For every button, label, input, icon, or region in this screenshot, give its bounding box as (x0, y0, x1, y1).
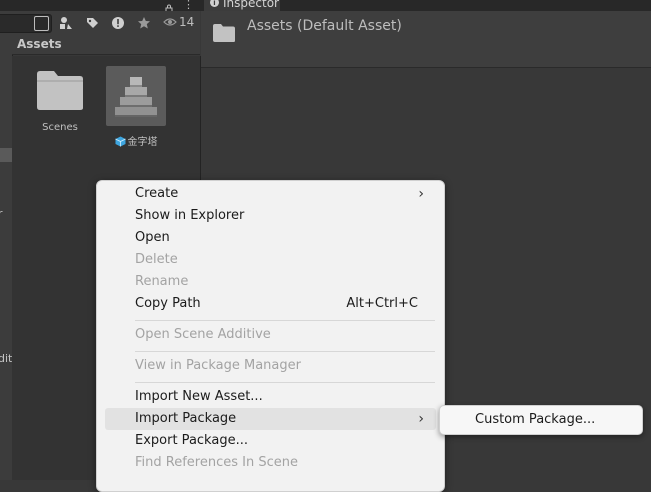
menu-item-rename: Rename (135, 274, 189, 289)
chevron-right-icon: › (418, 411, 424, 427)
error-toggle-icon[interactable] (108, 14, 128, 31)
chevron-right-icon: › (418, 186, 424, 202)
menu-item-custom-package[interactable]: Custom Package... (444, 409, 638, 431)
menu-item-import-package[interactable]: Import Package › (105, 408, 436, 430)
menu-item-show-in-explorer[interactable]: Show in Explorer (105, 205, 436, 227)
asset-label-text: 金字塔 (127, 137, 158, 148)
menu-item-create[interactable]: Create › (105, 183, 436, 205)
menu-separator (135, 351, 435, 352)
kebab-menu-icon[interactable]: ⋮ (183, 0, 194, 10)
tree-selected-row[interactable] (0, 148, 12, 162)
favorite-icon[interactable] (134, 14, 154, 31)
asset-pyramid[interactable]: 金字塔 (104, 66, 168, 148)
filter-by-label-icon[interactable] (82, 14, 102, 31)
folder-icon (37, 71, 83, 110)
folder-icon (213, 24, 235, 42)
filter-by-type-icon[interactable] (56, 14, 76, 31)
prefab-cube-icon (114, 136, 126, 147)
menu-item-delete: Delete (135, 252, 178, 267)
tree-label-fragment: dit (0, 352, 13, 365)
assets-breadcrumb[interactable]: Assets (12, 34, 200, 55)
pyramid-prefab-icon (106, 66, 166, 126)
menu-item-view-in-package-manager: View in Package Manager (135, 358, 301, 373)
tab-inspector[interactable]: i Inspector (204, 0, 280, 11)
context-menu: Create › Show in Explorer Open Delete Ren… (96, 180, 445, 492)
menu-item-export-package[interactable]: Export Package... (105, 430, 436, 452)
shortcut-label: Alt+Ctrl+C (346, 296, 418, 311)
hidden-count[interactable]: 14 (163, 15, 194, 29)
hidden-count-value: 14 (179, 15, 195, 29)
menu-item-open[interactable]: Open (105, 227, 436, 249)
import-package-submenu: Custom Package... (439, 405, 643, 435)
inspector-title: Assets (Default Asset) (247, 18, 402, 34)
info-icon: i (210, 0, 219, 7)
top-tab-bar (0, 0, 651, 11)
asset-scenes-folder[interactable]: Scenes (34, 68, 86, 133)
menu-item-copy-path[interactable]: Copy Path Alt+Ctrl+C (105, 293, 436, 315)
menu-item-find-references-in-scene: Find References In Scene (135, 455, 298, 470)
inspector-header: Assets (Default Asset) (201, 11, 651, 68)
tab-inspector-label: Inspector (223, 0, 279, 10)
asset-label: 金字塔 (104, 133, 168, 148)
menu-separator (135, 320, 435, 321)
menu-item-open-scene-additive: Open Scene Additive (135, 327, 271, 342)
asset-label: Scenes (42, 122, 78, 133)
search-field[interactable] (0, 14, 52, 33)
project-toolbar: 14 (0, 11, 200, 35)
menu-item-import-new-asset[interactable]: Import New Asset... (105, 386, 436, 408)
visibility-icon (163, 18, 177, 26)
search-icon[interactable] (34, 16, 49, 31)
tree-label-fragment: r (0, 207, 3, 220)
menu-separator (135, 382, 435, 383)
